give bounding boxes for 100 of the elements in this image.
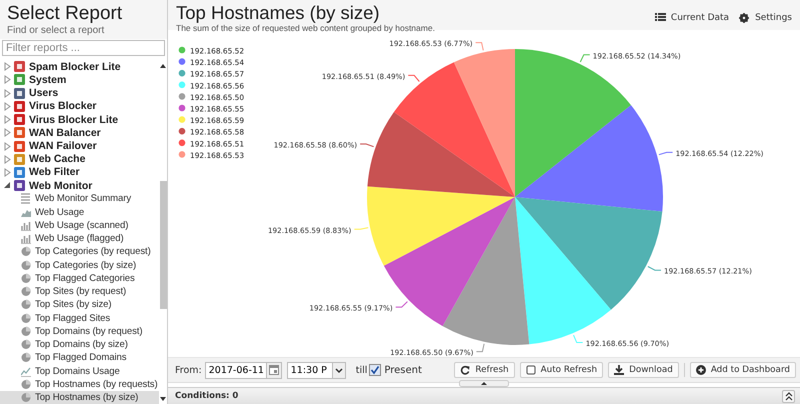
- pie-slice[interactable]: [454, 49, 515, 197]
- expand-arrow-icon[interactable]: [3, 142, 11, 151]
- leader-line: [395, 301, 408, 308]
- pie-chart-icon: [21, 260, 31, 271]
- present-checkbox[interactable]: [369, 364, 382, 376]
- pie-chart-icon: [21, 326, 31, 337]
- tree-item[interactable]: Top Flagged Categories: [0, 272, 159, 285]
- check-icon: [370, 365, 380, 375]
- tree-item[interactable]: Top Flagged Domains: [0, 351, 159, 364]
- filter-field[interactable]: Filter reports ...: [2, 40, 165, 56]
- pie-chart-icon: [21, 246, 31, 258]
- report-description: The sum of the size of requested web content grouped by hostname.: [176, 23, 435, 33]
- conditions-label: Conditions: 0: [175, 391, 238, 401]
- leader-line: [658, 152, 674, 156]
- app-icon: [14, 154, 25, 165]
- expand-arrow-icon[interactable]: [3, 115, 11, 124]
- tree-item[interactable]: Virus Blocker Lite: [29, 114, 118, 126]
- date-field[interactable]: 2017-06-11: [204, 362, 267, 378]
- tree-item[interactable]: Top Sites (by request): [0, 284, 159, 298]
- app-icon: [14, 166, 25, 178]
- tree-item[interactable]: Spam Blocker Lite: [29, 60, 121, 73]
- expand-arrow-icon[interactable]: [3, 154, 11, 164]
- header-button[interactable]: Current Data: [654, 13, 730, 23]
- pie-chart-icon: [21, 352, 31, 364]
- from-label: From:: [175, 364, 202, 376]
- expand-arrow-icon[interactable]: [3, 168, 11, 177]
- dropdown-button[interactable]: [332, 362, 346, 378]
- header-button[interactable]: Settings: [739, 13, 792, 23]
- leader-line: [580, 54, 590, 62]
- app-icon: [14, 88, 25, 99]
- pie-slice[interactable]: [367, 112, 515, 197]
- toolbar-button[interactable]: Add to Dashboard: [690, 362, 796, 378]
- line-chart-icon: [21, 366, 31, 376]
- tree-item[interactable]: Top Hostnames (by requests): [0, 378, 159, 391]
- tree-item[interactable]: Web Monitor Summary: [0, 192, 159, 206]
- tree-item[interactable]: Web Usage (scanned): [0, 218, 159, 232]
- pie-chart-icon: [21, 272, 31, 284]
- app-icon: [14, 74, 25, 86]
- panel-title: Select Report: [7, 3, 124, 25]
- caret-icon: [334, 366, 343, 374]
- tree-item[interactable]: Top Categories (by request): [0, 245, 159, 259]
- toolbar-button[interactable]: Auto Refresh: [520, 362, 604, 378]
- expand-arrow-icon[interactable]: [3, 128, 11, 138]
- app-icon: [14, 114, 25, 126]
- leader-line: [475, 42, 484, 51]
- checkbox-icon: [526, 365, 536, 375]
- expand-button[interactable]: [782, 390, 795, 402]
- tree-item[interactable]: Virus Blocker: [29, 100, 97, 112]
- calendar-icon: [268, 365, 279, 375]
- leader-line: [360, 144, 374, 148]
- scrollbar-thumb[interactable]: [160, 181, 166, 309]
- scroll-up-icon: [160, 63, 166, 69]
- bar-chart-icon: [21, 220, 31, 231]
- time-field[interactable]: 11:30 P: [286, 362, 333, 378]
- tree-item[interactable]: Top Sites (by size): [0, 298, 159, 312]
- tree-item[interactable]: Top Domains (by request): [0, 324, 159, 338]
- expand-arrow-icon[interactable]: [3, 75, 11, 84]
- tree-item[interactable]: Top Flagged Sites: [0, 311, 159, 325]
- tree-item[interactable]: Top Domains Usage: [0, 364, 159, 378]
- tree-item[interactable]: Web Cache: [29, 153, 86, 166]
- pie-chart-icon: [21, 299, 31, 310]
- app-icon: [14, 127, 25, 138]
- pie-slice[interactable]: [442, 197, 530, 345]
- pie-slice[interactable]: [367, 186, 515, 266]
- app-icon: [14, 61, 25, 72]
- double-caret-icon: [784, 392, 792, 400]
- collapse-arrow-icon[interactable]: [3, 181, 11, 190]
- pie-slice[interactable]: [515, 105, 663, 212]
- tree-item[interactable]: Top Categories (by size): [0, 258, 159, 272]
- tree-item[interactable]: Top Hostnames (by size): [0, 390, 159, 404]
- pie-slice[interactable]: [515, 197, 662, 310]
- report-title: Top Hostnames (by size): [176, 3, 381, 23]
- tree-item[interactable]: WAN Failover: [29, 140, 97, 152]
- leader-line: [573, 334, 584, 343]
- leader-line: [476, 343, 485, 352]
- panel-subtitle: Find or select a report: [7, 25, 106, 37]
- list-icon: [21, 193, 31, 204]
- toolbar-button[interactable]: Refresh: [454, 362, 515, 378]
- tree-item[interactable]: Web Filter: [29, 166, 80, 178]
- add-icon: [696, 365, 706, 375]
- tree-item[interactable]: Top Domains (by size): [0, 338, 159, 352]
- tree-item[interactable]: System: [29, 74, 66, 86]
- pie-chart-icon: [21, 339, 31, 350]
- leader-line: [408, 74, 420, 82]
- download-icon: [614, 365, 624, 375]
- app-icon: [14, 140, 25, 152]
- scroll-down-icon: [160, 396, 166, 402]
- leader-line: [647, 266, 662, 271]
- expand-arrow-icon[interactable]: [3, 88, 11, 98]
- tree-item[interactable]: WAN Balancer: [29, 126, 101, 139]
- calendar-button[interactable]: [266, 362, 282, 378]
- toolbar-button[interactable]: Download: [608, 362, 679, 378]
- tree-item[interactable]: Web Monitor: [29, 180, 92, 192]
- tree-item[interactable]: Users: [29, 87, 58, 100]
- expand-arrow-icon[interactable]: [3, 62, 11, 72]
- expand-arrow-icon[interactable]: [3, 102, 11, 111]
- app-icon: [14, 100, 25, 112]
- tree-item[interactable]: Web Usage (flagged): [0, 232, 159, 246]
- tree-item[interactable]: Web Usage: [0, 206, 159, 219]
- app-icon: [14, 180, 25, 192]
